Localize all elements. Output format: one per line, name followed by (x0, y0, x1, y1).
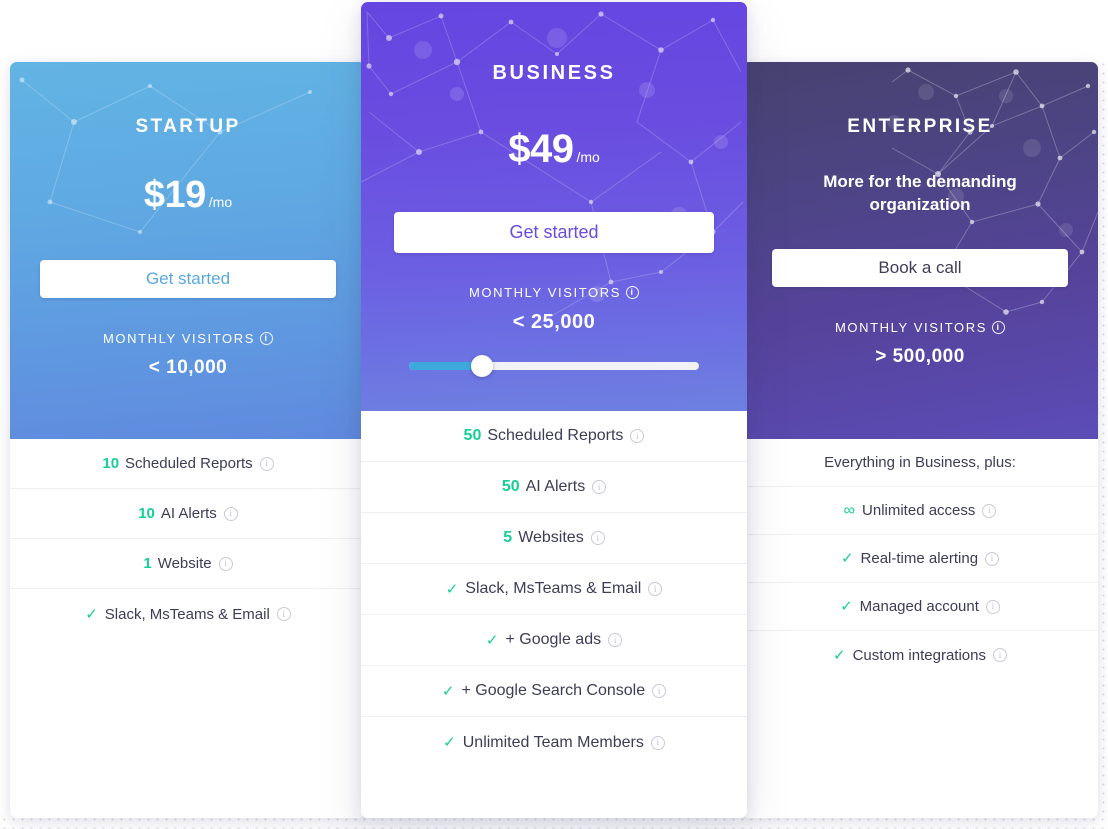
feature-row: ✓ Slack, MsTeams & Email i (10, 589, 366, 639)
feature-label: Unlimited Team Members (462, 733, 644, 751)
pricing-card-business[interactable]: BUSINESS $49 /mo Get started MONTHLY VIS… (361, 2, 747, 818)
monthly-visitors-label-business: MONTHLY VISITORS i (361, 285, 747, 300)
info-icon[interactable]: i (652, 684, 667, 698)
feature-quantity: 50 (463, 427, 482, 444)
info-icon[interactable]: i (276, 607, 291, 621)
feature-label: Website (157, 555, 212, 572)
info-icon[interactable]: i (259, 456, 274, 471)
info-icon[interactable]: i (982, 503, 997, 518)
plan-name-enterprise: ENTERPRISE (847, 116, 993, 137)
price-amount: $19 (143, 174, 206, 216)
feature-row: ✓ Unlimited Team Members i (361, 717, 747, 768)
feature-row: ✓ Custom integrations i (742, 631, 1098, 679)
monthly-visitors-value-startup: < 10,000 (148, 357, 228, 378)
check-icon: ✓ (445, 580, 459, 598)
plan-price-business: $49 /mo (361, 127, 747, 172)
feature-row: ∞ Unlimited access i (742, 487, 1098, 535)
monthly-visitors-label-text: MONTHLY VISITORS (468, 285, 621, 300)
info-icon[interactable]: i (592, 480, 607, 494)
check-icon: ✓ (840, 598, 853, 615)
feature-row: ✓ Real-time alerting i (742, 535, 1098, 583)
feature-row: ✓ Slack, MsTeams & Email i (361, 564, 747, 615)
infinity-icon: ∞ (843, 501, 856, 519)
feature-quantity: 1 (143, 555, 152, 572)
plan-tagline-enterprise: More for the demanding organization (823, 172, 1017, 214)
feature-label: Unlimited access (862, 502, 976, 519)
check-icon: ✓ (485, 631, 499, 649)
info-icon[interactable]: i (626, 286, 639, 299)
feature-label: + Google ads (505, 631, 602, 648)
monthly-visitors-label-startup: MONTHLY VISITORS i (10, 331, 366, 346)
feature-row: 5 Websites i (361, 513, 747, 564)
monthly-visitors-slider[interactable] (409, 355, 699, 377)
feature-label: Slack, MsTeams & Email (104, 605, 270, 623)
feature-label: AI Alerts (160, 505, 217, 522)
feature-row: 10 Scheduled Reports i (10, 439, 366, 489)
monthly-visitors-value-business: < 25,000 (512, 311, 596, 333)
feature-label: + Google Search Console (461, 682, 646, 699)
get-started-button-business[interactable]: Get started (394, 212, 714, 253)
slider-thumb[interactable] (470, 355, 493, 377)
plan-price-startup: $19 /mo (10, 174, 366, 217)
feature-row: Everything in Business, plus: (742, 439, 1098, 487)
monthly-visitors-value-enterprise: > 500,000 (875, 345, 965, 367)
info-icon[interactable]: i (985, 599, 1000, 614)
check-icon: ✓ (85, 605, 98, 623)
check-icon: ✓ (833, 646, 846, 664)
monthly-visitors-label-text: MONTHLY VISITORS (102, 331, 255, 346)
feature-row: ✓ Managed account i (742, 583, 1098, 631)
info-icon[interactable]: i (590, 531, 605, 545)
pricing-card-startup[interactable]: STARTUP $19 /mo Get started MONTHLY VISI… (10, 62, 366, 818)
feature-quantity: 10 (138, 505, 155, 522)
feature-row: 10 AI Alerts i (10, 489, 366, 539)
info-icon[interactable]: i (650, 735, 665, 750)
feature-label: Scheduled Reports (125, 455, 253, 472)
feature-label: Scheduled Reports (487, 427, 624, 444)
info-icon[interactable]: i (992, 320, 1005, 334)
check-icon: ✓ (840, 550, 854, 567)
plan-name-business: BUSINESS (492, 62, 616, 84)
feature-list-business: 50 Scheduled Reports i 50 AI Alerts i 5 … (361, 411, 747, 768)
info-icon[interactable]: i (608, 633, 623, 647)
info-icon[interactable]: i (985, 551, 1000, 566)
get-started-button-startup[interactable]: Get started (40, 260, 336, 298)
startup-card-header: STARTUP $19 /mo Get started MONTHLY VISI… (10, 62, 366, 439)
feature-label: AI Alerts (525, 478, 586, 495)
plan-name-startup: STARTUP (135, 116, 241, 137)
monthly-visitors-label-text: MONTHLY VISITORS (834, 319, 987, 335)
pricing-page: STARTUP $19 /mo Get started MONTHLY VISI… (0, 0, 1108, 829)
check-icon: ✓ (441, 682, 455, 700)
feature-label: Custom integrations (852, 646, 986, 664)
price-unit: /mo (576, 149, 600, 165)
feature-quantity: 50 (501, 478, 520, 495)
feature-list-startup: 10 Scheduled Reports i 10 AI Alerts i 1 … (10, 439, 366, 639)
info-icon[interactable]: i (218, 556, 233, 571)
info-icon[interactable]: i (992, 648, 1007, 662)
feature-row: 1 Website i (10, 539, 366, 589)
info-icon[interactable]: i (223, 506, 238, 521)
info-icon[interactable]: i (630, 429, 645, 443)
feature-quantity: 5 (503, 529, 513, 546)
info-icon[interactable]: i (648, 582, 663, 596)
info-icon[interactable]: i (260, 332, 273, 345)
feature-label: Websites (518, 529, 584, 546)
feature-list-enterprise: Everything in Business, plus: ∞ Unlimite… (742, 439, 1098, 679)
feature-row: ✓ + Google ads i (361, 615, 747, 666)
feature-label: Slack, MsTeams & Email (465, 580, 642, 597)
feature-quantity: 10 (102, 455, 120, 472)
price-amount: $49 (508, 127, 574, 171)
feature-label: Real-time alerting (860, 550, 979, 567)
book-a-call-button[interactable]: Book a call (772, 248, 1068, 287)
feature-row: 50 Scheduled Reports i (361, 411, 747, 462)
feature-row: ✓ + Google Search Console i (361, 666, 747, 717)
price-unit: /mo (208, 194, 233, 210)
pricing-card-enterprise[interactable]: ENTERPRISE More for the demanding organi… (742, 62, 1098, 818)
feature-row: 50 AI Alerts i (361, 462, 747, 513)
enterprise-card-header: ENTERPRISE More for the demanding organi… (742, 62, 1098, 439)
feature-label: Everything in Business, plus: (824, 454, 1016, 471)
monthly-visitors-label-enterprise: MONTHLY VISITORS i (742, 320, 1098, 335)
check-icon: ✓ (443, 734, 456, 751)
feature-label: Managed account (859, 598, 979, 615)
business-card-header: BUSINESS $49 /mo Get started MONTHLY VIS… (361, 2, 747, 411)
